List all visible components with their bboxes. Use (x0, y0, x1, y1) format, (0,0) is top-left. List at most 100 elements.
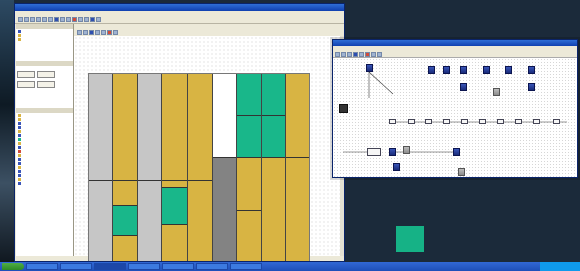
teal-block[interactable] (162, 187, 187, 224)
new-icon[interactable] (18, 17, 23, 22)
component-icon[interactable] (483, 66, 490, 74)
gold-block[interactable] (262, 157, 285, 261)
step-icon[interactable] (95, 30, 100, 35)
component-icon[interactable] (528, 83, 535, 91)
panel-button[interactable] (37, 71, 55, 78)
row-divider (237, 210, 261, 211)
component-icon[interactable] (339, 104, 348, 113)
grid-icon[interactable] (377, 51, 382, 57)
open-icon[interactable] (341, 51, 346, 57)
taskbar-item[interactable] (128, 263, 160, 270)
component-canvas[interactable] (333, 58, 577, 177)
left-explorer-panel (16, 24, 74, 256)
move-icon[interactable] (83, 30, 88, 35)
component-icon[interactable] (453, 148, 460, 156)
taskbar-item[interactable] (26, 263, 58, 270)
chain-node[interactable] (533, 119, 540, 124)
teal-shape[interactable] (396, 226, 424, 252)
component-icon[interactable] (428, 66, 435, 74)
white-column[interactable] (213, 74, 237, 261)
teal-column[interactable] (262, 74, 286, 261)
gold-column[interactable] (113, 74, 138, 261)
teal-column[interactable] (237, 74, 262, 261)
new-icon[interactable] (335, 51, 340, 57)
component-icon[interactable] (403, 146, 410, 154)
taskbar-item[interactable] (196, 263, 228, 270)
library-item[interactable] (16, 181, 73, 185)
connection-wires (343, 71, 567, 153)
run-icon[interactable] (89, 30, 94, 35)
gray-column[interactable] (138, 74, 162, 261)
gold-block[interactable] (237, 157, 261, 261)
panel-button[interactable] (17, 81, 35, 88)
grid-icon[interactable] (96, 17, 101, 22)
chain-node[interactable] (553, 119, 560, 124)
system-tray-clock[interactable] (540, 262, 580, 271)
component-icon[interactable] (90, 17, 95, 22)
main-toolbar (15, 16, 344, 24)
dark-gray-block[interactable] (213, 157, 236, 261)
panel-button[interactable] (37, 81, 55, 88)
chain-node[interactable] (367, 148, 381, 156)
stop-icon[interactable] (365, 51, 370, 57)
row-divider (89, 180, 112, 181)
gray-column[interactable] (89, 74, 113, 261)
undo-icon[interactable] (60, 17, 65, 22)
taskbar-item[interactable] (162, 263, 194, 270)
component-icon[interactable] (460, 66, 467, 74)
chain-node[interactable] (461, 119, 468, 124)
zoom-out-icon[interactable] (84, 17, 89, 22)
paste-icon[interactable] (48, 17, 53, 22)
run-icon[interactable] (353, 51, 358, 57)
zoom-icon[interactable] (371, 51, 376, 57)
diagram-canvas[interactable] (74, 36, 344, 261)
teal-block[interactable] (113, 205, 137, 235)
copy-icon[interactable] (42, 17, 47, 22)
component-icon[interactable] (505, 66, 512, 74)
open-icon[interactable] (24, 17, 29, 22)
gold-column[interactable] (188, 74, 213, 261)
zoom-in-icon[interactable] (78, 17, 83, 22)
gold-column[interactable] (286, 74, 309, 261)
row-divider (113, 235, 137, 236)
component-icon[interactable] (389, 148, 396, 156)
component-icon[interactable] (493, 88, 500, 96)
layout-board[interactable] (88, 73, 310, 261)
redo-icon[interactable] (66, 17, 71, 22)
stop-icon[interactable] (72, 17, 77, 22)
taskbar-item[interactable] (94, 263, 126, 270)
component-icon[interactable] (366, 64, 373, 72)
chain-node[interactable] (497, 119, 504, 124)
taskbar-item[interactable] (230, 263, 262, 270)
chain-node[interactable] (515, 119, 522, 124)
main-window-titlebar[interactable] (15, 4, 344, 11)
save-icon[interactable] (347, 51, 352, 57)
zoom-icon[interactable] (113, 30, 118, 35)
row-divider (188, 180, 212, 181)
chain-node[interactable] (443, 119, 450, 124)
panel-spacer (16, 41, 73, 61)
component-icon[interactable] (460, 83, 467, 91)
run-icon[interactable] (54, 17, 59, 22)
taskbar-item[interactable] (60, 263, 92, 270)
component-icon (18, 181, 21, 185)
chain-node[interactable] (425, 119, 432, 124)
component-icon[interactable] (528, 66, 535, 74)
step-icon[interactable] (359, 51, 364, 57)
component-icon[interactable] (458, 168, 465, 176)
chain-node[interactable] (389, 119, 396, 124)
row-divider (237, 157, 261, 158)
select-icon[interactable] (77, 30, 82, 35)
save-icon[interactable] (30, 17, 35, 22)
chain-node[interactable] (408, 119, 415, 124)
pause-icon[interactable] (101, 30, 106, 35)
component-icon[interactable] (393, 163, 400, 171)
row-divider (162, 187, 187, 188)
cut-icon[interactable] (36, 17, 41, 22)
component-icon[interactable] (443, 66, 450, 74)
start-button[interactable] (2, 263, 24, 270)
panel-button[interactable] (17, 71, 35, 78)
stop-icon[interactable] (107, 30, 112, 35)
chain-node[interactable] (479, 119, 486, 124)
gold-column[interactable] (162, 74, 188, 261)
